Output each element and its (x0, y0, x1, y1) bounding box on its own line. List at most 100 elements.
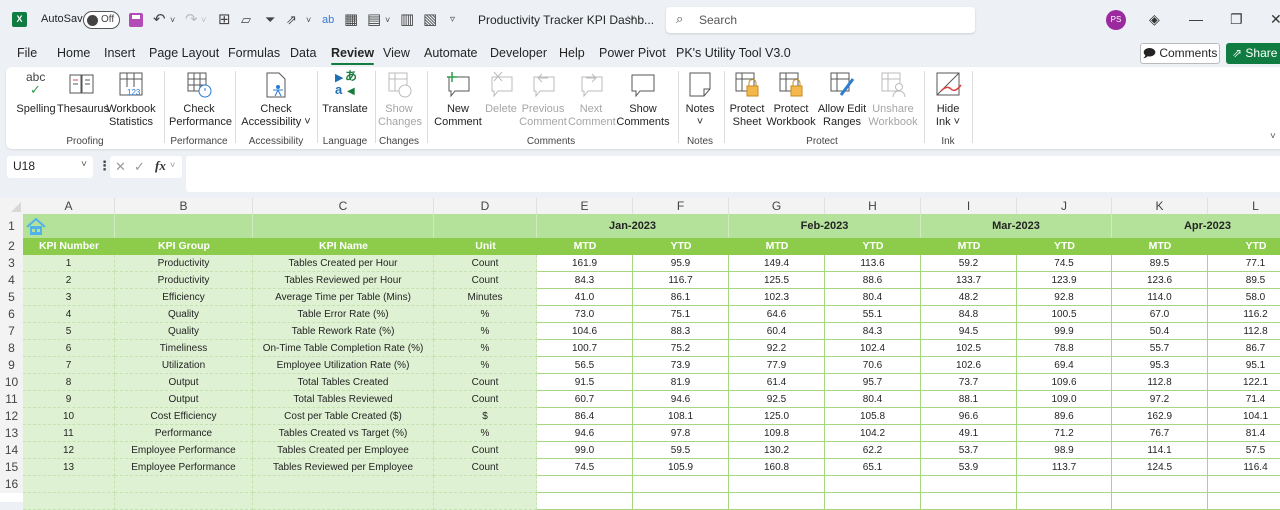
mtd-value-cell[interactable]: 48.2 (921, 289, 1017, 306)
home-icon[interactable] (26, 218, 46, 236)
calculator-icon[interactable]: ▤ (367, 10, 381, 30)
ytd-value-cell[interactable]: 75.1 (633, 306, 729, 323)
ytd-value-cell[interactable]: 100.5 (1017, 306, 1112, 323)
mtd-value-cell[interactable]: 73.0 (537, 306, 633, 323)
mtd-value-cell[interactable]: 133.7 (921, 272, 1017, 289)
mtd-value-cell[interactable]: 99.0 (537, 442, 633, 459)
kpi-name-cell[interactable]: Tables Created per Hour (253, 255, 434, 272)
unit-cell[interactable]: % (434, 425, 537, 442)
mtd-value-cell[interactable]: 112.8 (1112, 374, 1208, 391)
ytd-value-cell[interactable]: 89.6 (1017, 408, 1112, 425)
tab-pk-utility-tool[interactable]: PK's Utility Tool V3.0 (676, 46, 791, 60)
ytd-value-cell[interactable]: 116.2 (1208, 306, 1280, 323)
ytd-value-cell[interactable]: 86.7 (1208, 340, 1280, 357)
kpi-group-cell[interactable]: Efficiency (115, 289, 253, 306)
workbook-statistics-button[interactable]: 123 Workbook Statistics (106, 71, 156, 129)
mtd-header[interactable]: MTD (729, 238, 825, 255)
row-header[interactable]: 7 (0, 323, 23, 340)
mtd-value-cell[interactable]: 124.5 (1112, 459, 1208, 476)
mtd-header[interactable]: MTD (537, 238, 633, 255)
tab-review[interactable]: Review (331, 46, 375, 65)
kpi-group-cell[interactable]: Productivity (115, 272, 253, 289)
kpi-group-cell[interactable]: Performance (115, 425, 253, 442)
row-header[interactable]: 8 (0, 340, 23, 357)
ytd-header[interactable]: YTD (825, 238, 921, 255)
tab-power-pivot[interactable]: Power Pivot (599, 46, 666, 60)
minimize-icon[interactable]: — (1189, 11, 1203, 27)
empty-cell[interactable] (825, 476, 921, 493)
ytd-value-cell[interactable]: 95.9 (633, 255, 729, 272)
ytd-value-cell[interactable]: 80.4 (825, 391, 921, 408)
mtd-value-cell[interactable]: 60.7 (537, 391, 633, 408)
mtd-value-cell[interactable]: 123.6 (1112, 272, 1208, 289)
mtd-value-cell[interactable]: 86.4 (537, 408, 633, 425)
empty-cell[interactable] (633, 476, 729, 493)
kpi-name-cell[interactable]: Tables Created vs Target (%) (253, 425, 434, 442)
row-header[interactable]: 16 (0, 476, 23, 493)
title-chevron-down-icon[interactable]: ⌵ (627, 11, 635, 24)
formula-input[interactable] (186, 156, 1280, 192)
row-header[interactable]: 5 (0, 289, 23, 306)
calculator-dropdown-icon[interactable]: ˅ (385, 10, 390, 30)
mtd-value-cell[interactable]: 50.4 (1112, 323, 1208, 340)
redo-dropdown-icon[interactable]: ˅ (201, 10, 206, 30)
check-performance-button[interactable]: Check Performance (169, 71, 232, 129)
fx-chevron-down-icon[interactable]: ˅ (170, 160, 175, 170)
column-header-l[interactable]: L (1208, 198, 1280, 214)
close-icon[interactable]: ✕ (1270, 11, 1280, 28)
tab-view[interactable]: View (383, 46, 410, 60)
unit-cell[interactable]: Count (434, 459, 537, 476)
unit-cell[interactable]: Count (434, 272, 537, 289)
month-header[interactable]: Feb-2023 (729, 214, 921, 238)
unshare-workbook-button[interactable]: Unshare Workbook (868, 71, 918, 129)
ytd-value-cell[interactable]: 105.9 (633, 459, 729, 476)
row-header[interactable]: 15 (0, 459, 23, 476)
mtd-value-cell[interactable]: 160.8 (729, 459, 825, 476)
kpi-number-cell[interactable]: 5 (23, 323, 115, 340)
ytd-value-cell[interactable]: 74.5 (1017, 255, 1112, 272)
delete-comment-button[interactable]: Delete (482, 71, 520, 116)
share-button[interactable]: ⇗ Share (1226, 43, 1280, 64)
tab-page-layout[interactable]: Page Layout (149, 46, 219, 60)
kpi-number-cell[interactable]: 6 (23, 340, 115, 357)
month-header[interactable]: Jan-2023 (537, 214, 729, 238)
kpi-name-cell[interactable]: Employee Utilization Rate (%) (253, 357, 434, 374)
unit-cell[interactable]: Minutes (434, 289, 537, 306)
empty-cell[interactable] (1017, 476, 1112, 493)
tab-developer[interactable]: Developer (490, 46, 547, 60)
mtd-value-cell[interactable]: 94.6 (537, 425, 633, 442)
ytd-value-cell[interactable]: 71.2 (1017, 425, 1112, 442)
empty-cell[interactable] (537, 476, 633, 493)
unit-cell[interactable]: % (434, 340, 537, 357)
mtd-value-cell[interactable]: 60.4 (729, 323, 825, 340)
notes-button[interactable]: Notes ˅ (682, 71, 718, 129)
search-box[interactable]: ⌕ Search (666, 7, 975, 33)
ytd-value-cell[interactable]: 113.7 (1017, 459, 1112, 476)
spreadsheet-grid[interactable]: A B C D E F G H I J K L 1 2 3 4 5 6 7 8 9 10 11 12 13 14 15 16 Jan-2… (0, 198, 1280, 510)
mtd-value-cell[interactable]: 49.1 (921, 425, 1017, 442)
show-changes-button[interactable]: Show Changes (378, 71, 422, 129)
mtd-value-cell[interactable]: 114.0 (1112, 289, 1208, 306)
mtd-value-cell[interactable]: 77.9 (729, 357, 825, 374)
ytd-value-cell[interactable]: 116.4 (1208, 459, 1280, 476)
mtd-value-cell[interactable]: 53.9 (921, 459, 1017, 476)
row-header[interactable]: 3 (0, 255, 23, 272)
mtd-value-cell[interactable]: 56.5 (537, 357, 633, 374)
protect-workbook-button[interactable]: Protect Workbook (766, 71, 816, 129)
kpi-group-cell[interactable]: Output (115, 374, 253, 391)
column-title[interactable]: KPI Name (253, 238, 434, 255)
unit-cell[interactable]: $ (434, 408, 537, 425)
insert-function-icon[interactable]: fx (155, 158, 166, 174)
mtd-value-cell[interactable]: 67.0 (1112, 306, 1208, 323)
autosave-toggle[interactable]: Off (83, 11, 120, 29)
ytd-header[interactable]: YTD (1017, 238, 1112, 255)
ytd-value-cell[interactable]: 80.4 (825, 289, 921, 306)
ytd-value-cell[interactable]: 70.6 (825, 357, 921, 374)
premium-diamond-icon[interactable]: ◈ (1149, 11, 1160, 28)
mtd-value-cell[interactable]: 73.7 (921, 374, 1017, 391)
kpi-number-cell[interactable]: 10 (23, 408, 115, 425)
next-comment-button[interactable]: Next Comment (568, 71, 616, 129)
row-header[interactable]: 1 (0, 214, 23, 238)
kpi-group-cell[interactable]: Quality (115, 323, 253, 340)
row-header[interactable]: 9 (0, 357, 23, 374)
